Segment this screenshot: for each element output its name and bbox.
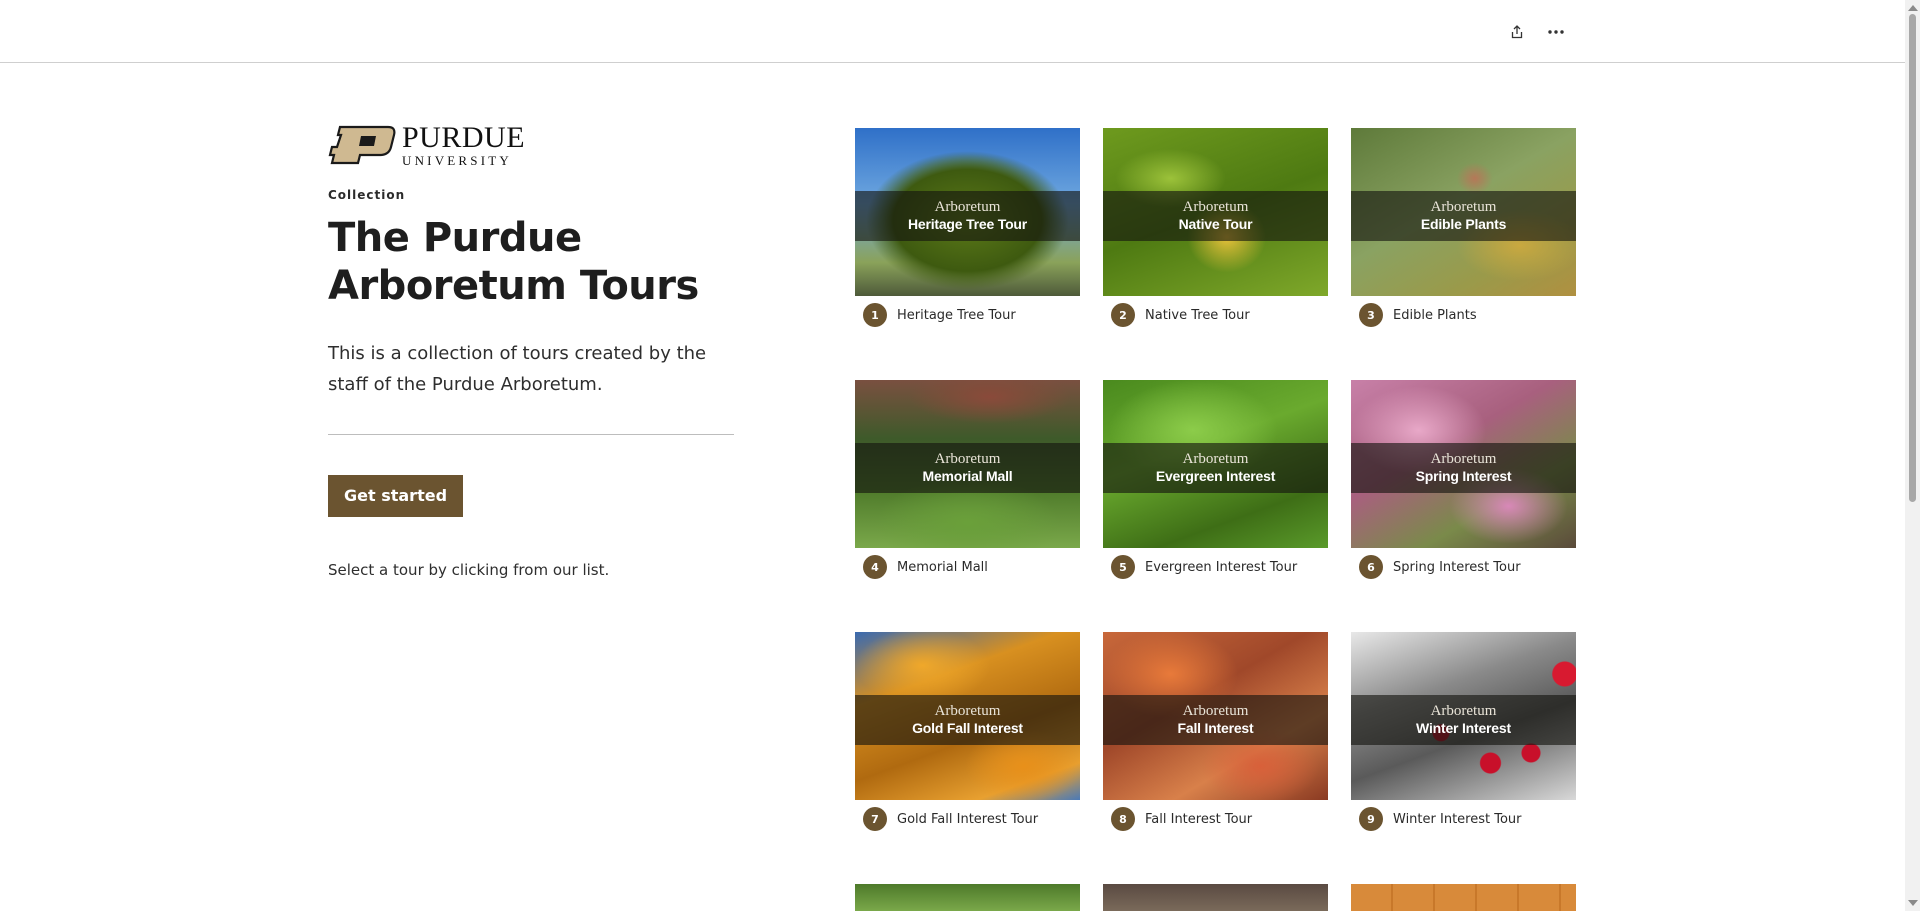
tour-thumbnail: Arboretum Gold Fall Interest [855,632,1080,800]
tour-number-badge: 9 [1359,807,1383,831]
divider [328,434,734,435]
scroll-thumb[interactable] [1909,14,1916,502]
share-button[interactable] [1503,18,1531,46]
purdue-logo: PURDUE UNIVERSITY [328,121,734,168]
band-tour-title: Memorial Mall [922,468,1013,484]
band-arboretum-label: Arboretum [1430,199,1497,215]
tour-title-band: Arboretum Edible Plants [1351,191,1576,241]
band-arboretum-label: Arboretum [1430,451,1497,467]
tour-thumbnail: Arboretum Fall Interest [1103,632,1328,800]
tour-number-badge: 8 [1111,807,1135,831]
tour-number-badge: 3 [1359,303,1383,327]
tour-thumbnail: Arboretum Heritage Tree Tour [855,128,1080,296]
tour-card-partial[interactable] [855,884,1080,911]
tour-caption: 6 Spring Interest Tour [1351,555,1576,579]
tour-name: Edible Plants [1393,307,1477,323]
band-tour-title: Fall Interest [1177,720,1254,736]
wordmark-line1: PURDUE [402,121,526,154]
band-tour-title: Heritage Tree Tour [907,216,1028,232]
tour-number-badge: 4 [863,555,887,579]
tour-number-badge: 5 [1111,555,1135,579]
tour-thumbnail: Arboretum Native Tour [1103,128,1328,296]
tour-caption: 5 Evergreen Interest Tour [1103,555,1328,579]
tour-number-badge: 2 [1111,303,1135,327]
tour-caption: 2 Native Tree Tour [1103,303,1328,327]
tour-card-spring-interest[interactable]: Arboretum Spring Interest 6 Spring Inter… [1351,380,1576,579]
tour-title-band: Arboretum Gold Fall Interest [855,695,1080,745]
select-tour-hint: Select a tour by clicking from our list. [328,561,610,579]
tour-thumbnail: Arboretum Memorial Mall [855,380,1080,548]
tour-name: Fall Interest Tour [1145,811,1253,827]
band-arboretum-label: Arboretum [1430,703,1497,719]
band-tour-title: Native Tour [1178,216,1253,232]
tour-number-badge: 1 [863,303,887,327]
tour-card-winter-interest[interactable]: Arboretum Winter Interest 9 Winter Inter… [1351,632,1576,831]
tour-card-partial[interactable] [1103,884,1328,911]
collection-description: This is a collection of tours created by… [328,343,707,395]
tour-number-badge: 6 [1359,555,1383,579]
tour-title-band: Arboretum Evergreen Interest [1103,443,1328,493]
tour-name: Heritage Tree Tour [897,307,1016,323]
tour-title-band: Arboretum Spring Interest [1351,443,1576,493]
purdue-wordmark: PURDUE UNIVERSITY [402,121,526,168]
tour-card-fall-interest[interactable]: Arboretum Fall Interest 8 Fall Interest … [1103,632,1328,831]
tour-thumbnail: Arboretum Spring Interest [1351,380,1576,548]
tour-caption: 4 Memorial Mall [855,555,1080,579]
more-options-button[interactable] [1542,18,1570,46]
top-toolbar [0,0,1905,63]
band-arboretum-label: Arboretum [1182,199,1249,215]
tour-number-badge: 7 [863,807,887,831]
band-tour-title: Evergreen Interest [1155,468,1276,484]
tour-title-band: Arboretum Fall Interest [1103,695,1328,745]
tour-card-memorial-mall[interactable]: Arboretum Memorial Mall 4 Memorial Mall [855,380,1080,579]
tour-card-gold-fall-interest[interactable]: Arboretum Gold Fall Interest 7 Gold Fall… [855,632,1080,831]
band-tour-title: Winter Interest [1416,720,1511,736]
tour-card-heritage-tree[interactable]: Arboretum Heritage Tree Tour 1 Heritage … [855,128,1080,327]
tour-name: Native Tree Tour [1145,307,1250,323]
band-arboretum-label: Arboretum [1182,451,1249,467]
wordmark-line2: UNIVERSITY [402,153,512,168]
tour-caption: 8 Fall Interest Tour [1103,807,1328,831]
tour-card-edible-plants[interactable]: Arboretum Edible Plants 3 Edible Plants [1351,128,1576,327]
tour-thumbnail: Arboretum Edible Plants [1351,128,1576,296]
tour-card-evergreen-interest[interactable]: Arboretum Evergreen Interest 5 Evergreen… [1103,380,1328,579]
band-tour-title: Edible Plants [1420,216,1507,232]
tour-caption: 9 Winter Interest Tour [1351,807,1576,831]
tour-title-band: Arboretum Native Tour [1103,191,1328,241]
tour-caption: 1 Heritage Tree Tour [855,303,1080,327]
page-scrollbar[interactable] [1905,0,1920,911]
band-tour-title: Spring Interest [1415,468,1512,484]
tour-title-band: Arboretum Memorial Mall [855,443,1080,493]
tour-thumbnail: Arboretum Evergreen Interest [1103,380,1328,548]
tour-name: Spring Interest Tour [1393,559,1521,575]
band-arboretum-label: Arboretum [934,451,1001,467]
collection-intro: PURDUE UNIVERSITY Collection The Purdue … [328,121,734,579]
tour-name: Evergreen Interest Tour [1145,559,1298,575]
scroll-down-icon[interactable] [1908,900,1918,906]
tour-name: Memorial Mall [897,559,988,575]
tour-caption: 3 Edible Plants [1351,303,1576,327]
tour-caption: 7 Gold Fall Interest Tour [855,807,1080,831]
tour-name: Winter Interest Tour [1393,811,1522,827]
tour-title-band: Arboretum Heritage Tree Tour [855,191,1080,241]
tour-card-partial[interactable] [1351,884,1576,911]
band-tour-title: Gold Fall Interest [912,720,1023,736]
band-arboretum-label: Arboretum [1182,703,1249,719]
more-icon [1548,30,1564,34]
tour-title-band: Arboretum Winter Interest [1351,695,1576,745]
get-started-button[interactable]: Get started [328,475,464,517]
share-icon [1511,25,1523,39]
tour-card-native-tree[interactable]: Arboretum Native Tour 2 Native Tree Tour [1103,128,1328,327]
collection-eyebrow: Collection [328,188,406,202]
tour-name: Gold Fall Interest Tour [897,811,1039,827]
page-title: The Purdue Arboretum Tours [328,215,699,309]
band-arboretum-label: Arboretum [934,703,1001,719]
tour-thumbnail: Arboretum Winter Interest [1351,632,1576,800]
scroll-up-icon[interactable] [1908,5,1918,11]
purdue-p-icon [328,125,396,165]
band-arboretum-label: Arboretum [934,199,1001,215]
